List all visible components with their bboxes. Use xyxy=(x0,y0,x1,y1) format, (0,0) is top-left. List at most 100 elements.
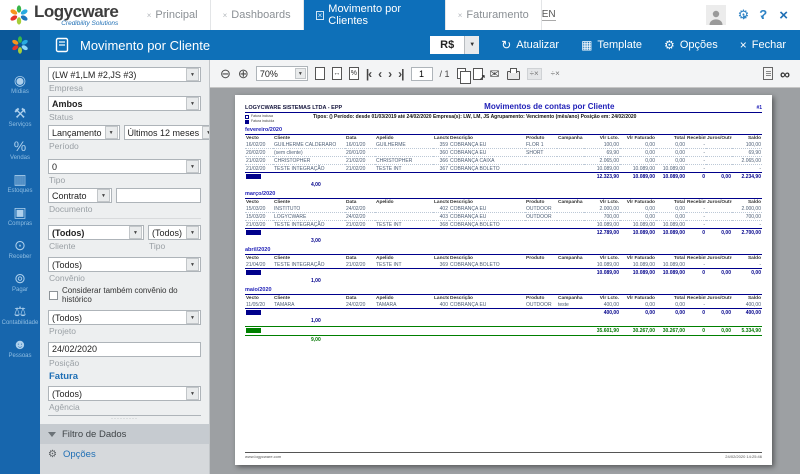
sidebar-item-compras[interactable]: ▣Compras xyxy=(0,204,40,227)
command-bar: Movimento por Cliente R$ ▼ ↻Atualizar ▦T… xyxy=(0,30,800,60)
options-button[interactable]: ⚙Opções xyxy=(664,38,718,52)
tab-label: Faturamento xyxy=(466,9,528,21)
status-value: Ambos xyxy=(49,99,186,109)
currency-select[interactable]: R$ ▼ xyxy=(430,36,479,54)
convenio-historico-checkbox[interactable]: Considerar também convênio do histórico xyxy=(49,286,201,304)
tab-principal[interactable]: ×Principal xyxy=(135,0,211,30)
tipo-select[interactable]: 0▼ xyxy=(48,159,201,174)
tab-dashboards[interactable]: ×Dashboards xyxy=(211,0,304,30)
fit-page-icon[interactable] xyxy=(315,67,325,80)
cliente-label: Cliente xyxy=(49,241,144,251)
copy-icon[interactable] xyxy=(457,68,466,79)
projeto-select[interactable]: (Todos)▼ xyxy=(48,310,201,325)
fatura-section-header: Fatura xyxy=(49,371,201,382)
person-icon xyxy=(707,9,725,25)
tab-movimento-por-clientes[interactable]: ×Movimento por Clientes xyxy=(304,0,446,30)
column-header: Lancto xyxy=(433,295,449,302)
settings-menu[interactable]: ⚙▼ xyxy=(738,6,748,24)
report-footer: www.logycware.com 24/02/2020 14:25:46 xyxy=(245,452,762,459)
sidebar-item-pessoas[interactable]: ☻Pessoas xyxy=(0,336,40,359)
document-properties-icon[interactable] xyxy=(763,67,773,80)
sidebar-item-estoques[interactable]: ▥Estoques xyxy=(0,171,40,194)
export-icon[interactable] xyxy=(473,68,483,80)
filtro-de-dados-bar[interactable]: Filtro de Dados xyxy=(40,424,209,444)
options-label: Opções xyxy=(680,39,718,51)
print-icon[interactable] xyxy=(507,71,520,80)
sidebar-item-pagar[interactable]: ⊚Pagar xyxy=(0,270,40,293)
logo-tagline: Credibility Solutions xyxy=(34,21,118,28)
payables-icon: ⊚ xyxy=(14,270,26,286)
zoom-out-icon[interactable]: ⊖ xyxy=(220,67,231,80)
first-page-button[interactable]: |‹ xyxy=(366,67,371,81)
close-app-icon[interactable]: × xyxy=(779,7,788,24)
status-label: Status xyxy=(49,112,201,122)
sidebar-item-midias[interactable]: ◉Mídias xyxy=(0,72,40,95)
posicao-date-input[interactable] xyxy=(48,342,201,357)
page-title: Movimento por Cliente xyxy=(80,38,210,53)
total-chip xyxy=(246,310,261,315)
sidebar-item-label: Contabilidade xyxy=(2,320,39,326)
dropdown-arrow-icon: ▼ xyxy=(202,126,209,139)
dropdown-arrow-icon: ▼ xyxy=(464,36,479,54)
tab-close-icon: × xyxy=(316,11,325,20)
documento-tipo-select[interactable]: Contrato▼ xyxy=(48,188,112,203)
grand-total-row: 35.601,9030.267,0030.267,0000,005.334,90 xyxy=(245,327,762,336)
next-page-button[interactable]: › xyxy=(388,67,391,81)
sidebar-item-receber[interactable]: ⊙Receber xyxy=(0,237,40,260)
agencia-select[interactable]: (Todos)▼ xyxy=(48,386,201,401)
user-avatar[interactable] xyxy=(706,5,726,25)
dropdown-arrow-icon: ▼ xyxy=(97,189,110,202)
group-total-row: 12.323,9010.089,0010.089,0000,002.234,90 xyxy=(245,173,762,182)
previous-page-button[interactable]: ‹ xyxy=(378,67,381,81)
refresh-icon: ↻ xyxy=(501,38,511,52)
report-meta-line: Tipos: () Período: desde 01/03/2019 até … xyxy=(313,114,762,124)
dropdown-arrow-icon: ▼ xyxy=(105,126,118,139)
help-menu[interactable]: ?▼ xyxy=(759,6,767,24)
template-icon: ▦ xyxy=(581,38,592,52)
template-button[interactable]: ▦Template xyxy=(581,38,642,52)
convenio-select[interactable]: (Todos)▼ xyxy=(48,257,201,272)
periodo-tipo-select[interactable]: Lançamento▼ xyxy=(48,125,120,140)
filtro-de-dados-label: Filtro de Dados xyxy=(62,429,126,440)
status-select[interactable]: Ambos▼ xyxy=(48,96,201,111)
total-chip xyxy=(246,230,261,235)
report-row: 11/05/20TAMARA24/02/20TAMARA400COBRANÇA … xyxy=(245,301,762,309)
sidebar-item-vendas[interactable]: %Vendas xyxy=(0,138,40,161)
empresa-select[interactable]: (LW #1,LM #2,JS #3)▼ xyxy=(48,67,201,82)
find-icon[interactable]: ∞ xyxy=(780,66,790,82)
periodo-faixa-select[interactable]: Últimos 12 meses▼ xyxy=(124,125,209,140)
close-button[interactable]: ×Fechar xyxy=(740,38,786,52)
opcoes-bar[interactable]: ⚙ Opções xyxy=(40,444,209,464)
tab-faturamento[interactable]: ×Faturamento xyxy=(446,0,542,30)
documento-numero-input[interactable] xyxy=(116,188,201,203)
refresh-button[interactable]: ↻Atualizar xyxy=(501,38,559,52)
report-page-marker: #1 xyxy=(756,105,762,111)
cliente-tipo-label: Tipo xyxy=(149,241,201,251)
page-number-input[interactable] xyxy=(411,67,433,81)
periodo-label: Período xyxy=(49,141,201,151)
export-option-icon-2[interactable]: ÷× xyxy=(549,69,562,79)
documento-tipo-value: Contrato xyxy=(49,191,97,201)
export-option-icon[interactable]: ÷× xyxy=(527,68,542,80)
cliente-tipo-select[interactable]: (Todos)▼ xyxy=(148,225,201,240)
cliente-select[interactable]: (Todos)▼ xyxy=(48,225,144,240)
email-icon[interactable]: ✉ xyxy=(490,67,500,81)
tab-close-icon: × xyxy=(458,11,463,20)
panel-resize-grip[interactable]: ········· xyxy=(40,416,209,424)
agencia-label: Agência xyxy=(49,402,201,412)
zoom-in-icon[interactable]: ⊕ xyxy=(238,67,249,80)
page-total-label: / 1 xyxy=(440,69,450,79)
report-row: 21/03/20TESTE INTEGRAÇÃO21/02/20TESTE IN… xyxy=(245,221,762,229)
last-page-button[interactable]: ›| xyxy=(398,67,403,81)
report-preview-area[interactable]: LOGYCWARE SISTEMAS LTDA - EPP Movimentos… xyxy=(210,88,800,474)
zoom-level-select[interactable]: 70%▼ xyxy=(256,66,308,81)
zoom-100-icon[interactable]: % xyxy=(349,67,359,80)
sidebar-item-servicos[interactable]: ⚒Serviços xyxy=(0,105,40,128)
column-header: Recebimen. xyxy=(686,199,706,206)
fit-width-icon[interactable]: ↔ xyxy=(332,67,342,80)
sidebar-logo-square xyxy=(0,30,40,60)
people-icon: ☻ xyxy=(13,336,28,352)
language-selector[interactable]: EN xyxy=(542,9,556,21)
sidebar-item-contabilidade[interactable]: ⚖Contabilidade xyxy=(0,303,40,326)
group-header: maio/2020 xyxy=(245,287,762,295)
